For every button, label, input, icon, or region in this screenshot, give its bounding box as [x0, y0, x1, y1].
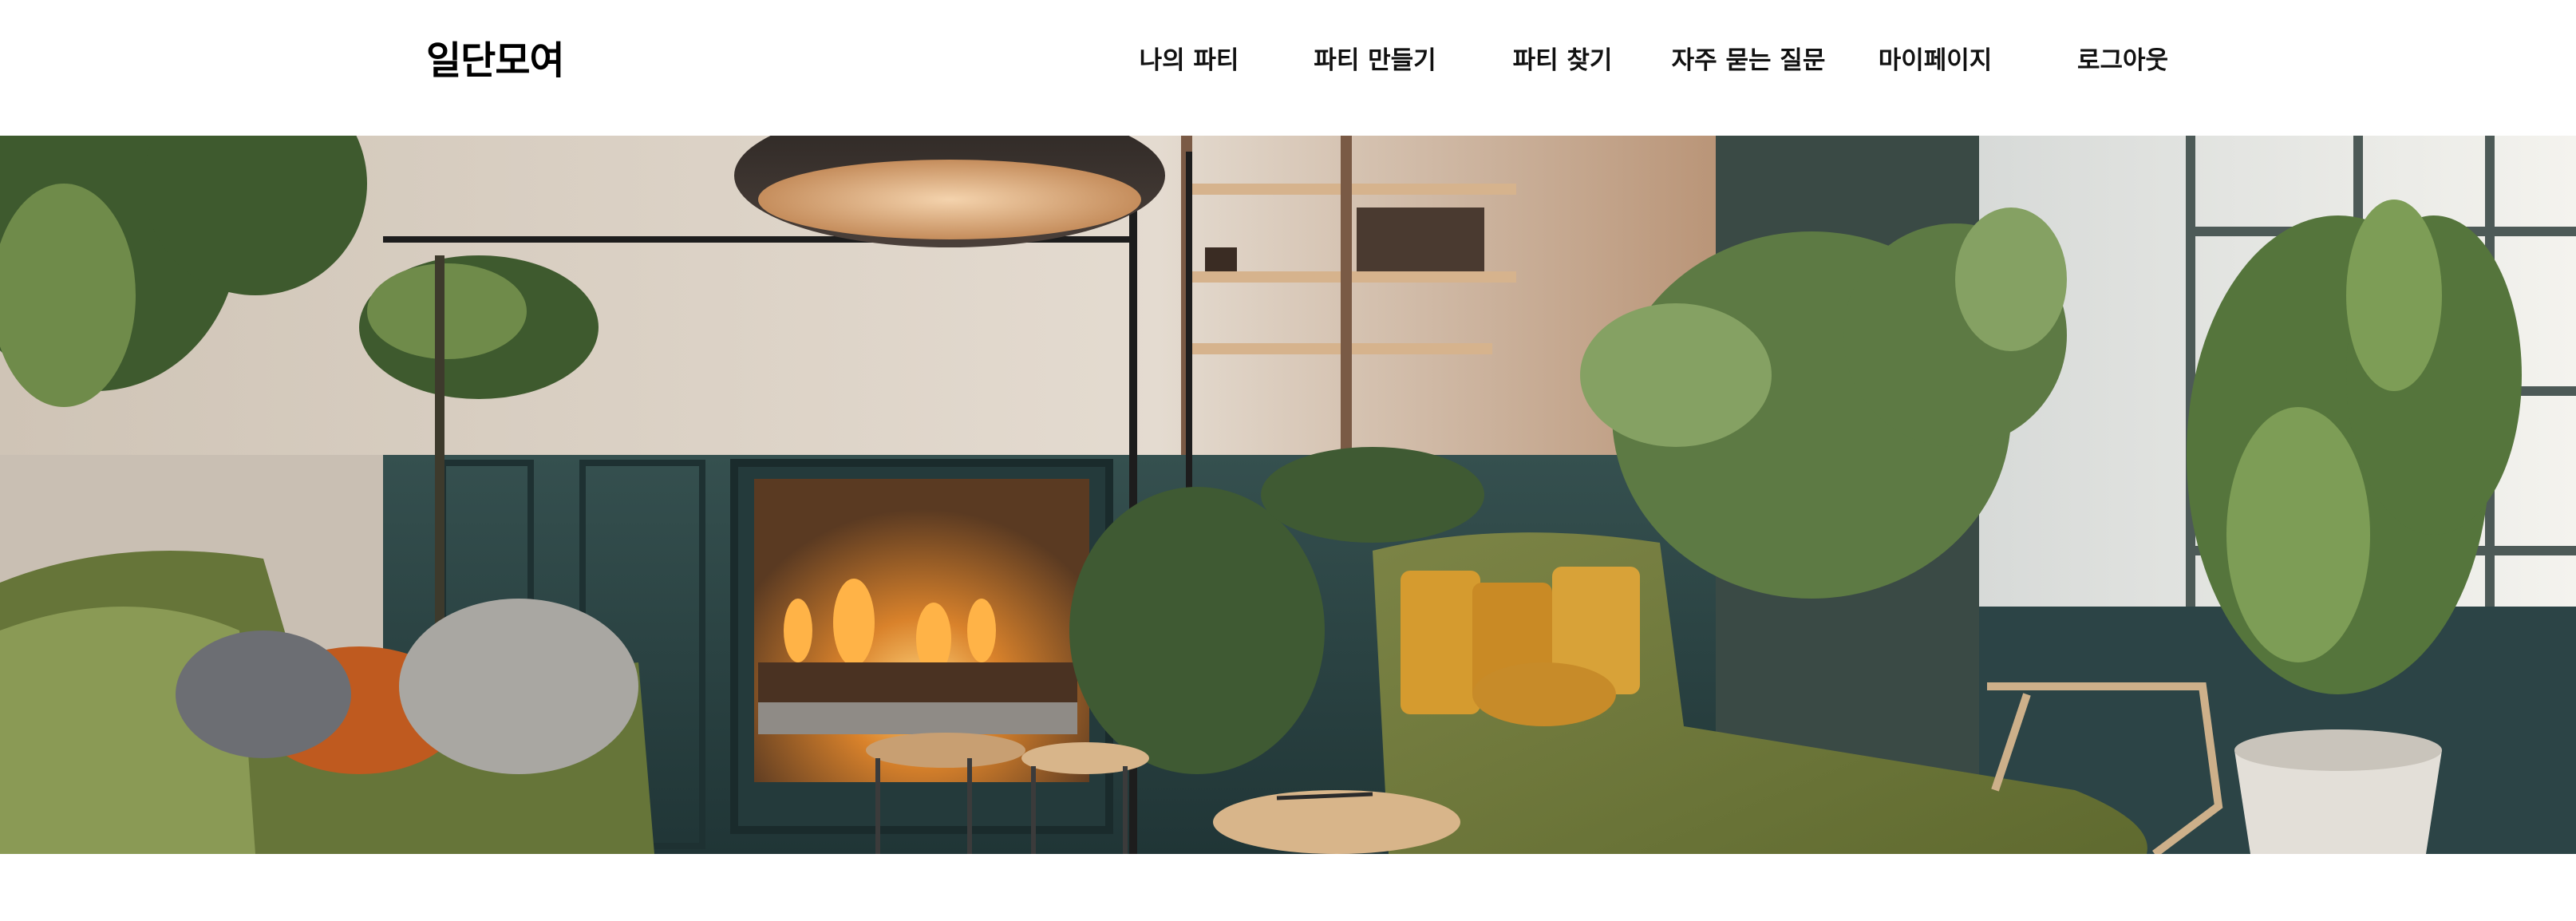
nav-create-party[interactable]: 파티 만들기	[1314, 45, 1436, 77]
site-logo[interactable]: 일단모여	[426, 35, 565, 86]
nav-mypage[interactable]: 마이페이지	[1879, 45, 1993, 77]
nav-my-party[interactable]: 나의 파티	[1140, 45, 1239, 77]
nav-faq[interactable]: 자주 묻는 질문	[1672, 45, 1826, 77]
nav-logout[interactable]: 로그아웃	[2077, 45, 2168, 77]
nav-find-party[interactable]: 파티 찾기	[1513, 45, 1613, 77]
top-navbar: 일단모여 나의 파티 파티 만들기 파티 찾기 자주 묻는 질문 마이페이지 로…	[0, 0, 2576, 136]
interior-illustration	[0, 136, 2576, 854]
hero-banner-image	[0, 136, 2576, 854]
